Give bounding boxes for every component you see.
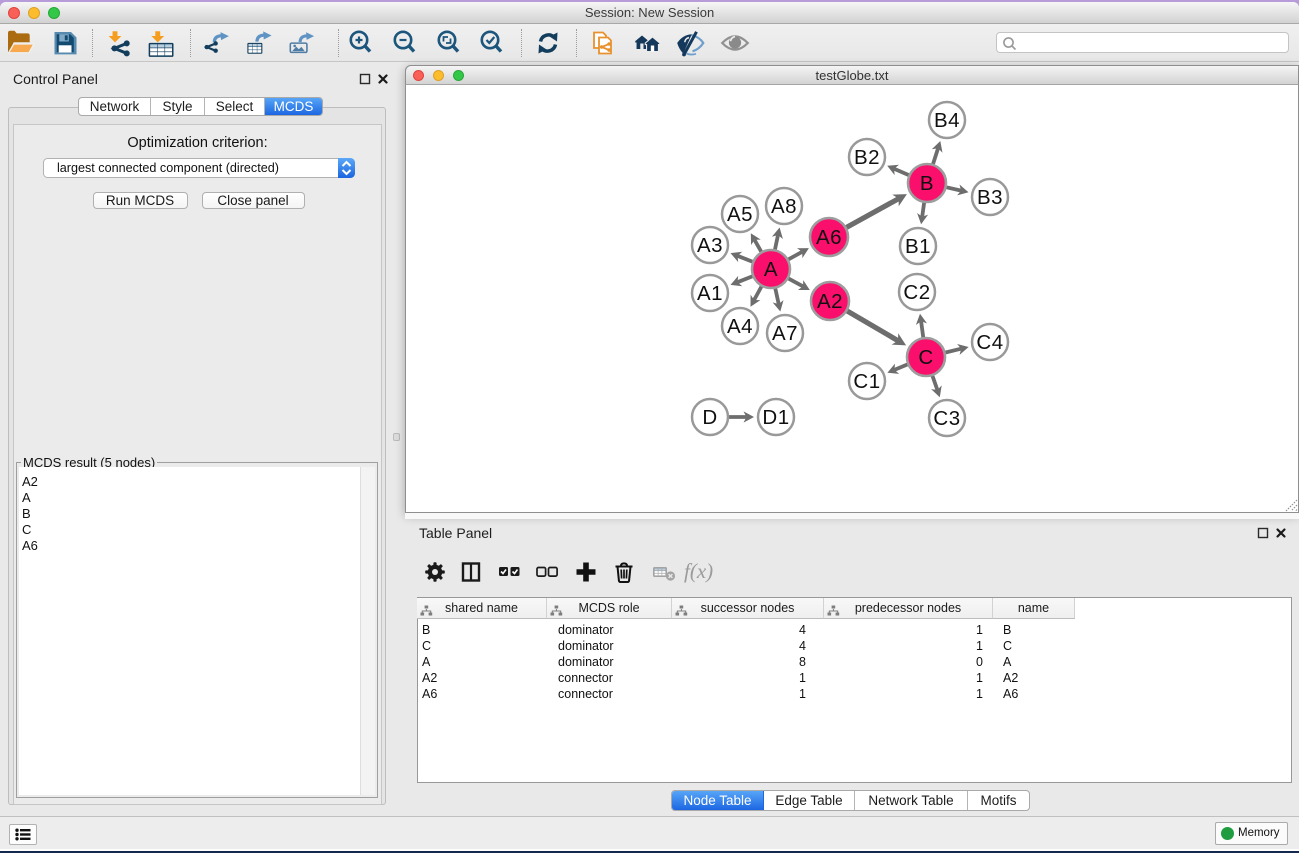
svg-text:D1: D1 xyxy=(762,406,789,429)
svg-text:A6: A6 xyxy=(816,226,842,249)
svg-text:A2: A2 xyxy=(817,290,843,313)
svg-text:C1: C1 xyxy=(853,370,880,393)
svg-text:A4: A4 xyxy=(727,315,753,338)
svg-text:B3: B3 xyxy=(977,186,1003,209)
svg-text:C2: C2 xyxy=(903,281,930,304)
svg-text:D: D xyxy=(702,406,717,429)
svg-text:B1: B1 xyxy=(905,235,931,258)
svg-text:A8: A8 xyxy=(771,195,797,218)
svg-text:B4: B4 xyxy=(934,109,960,132)
svg-text:A7: A7 xyxy=(772,322,798,345)
svg-text:C: C xyxy=(918,346,933,369)
svg-text:B2: B2 xyxy=(854,146,880,169)
svg-text:A: A xyxy=(764,258,778,281)
svg-text:A5: A5 xyxy=(727,203,753,226)
svg-text:C4: C4 xyxy=(976,331,1003,354)
svg-text:B: B xyxy=(920,172,934,195)
svg-text:A1: A1 xyxy=(697,282,723,305)
svg-text:A3: A3 xyxy=(697,234,723,257)
svg-text:C3: C3 xyxy=(933,407,960,430)
